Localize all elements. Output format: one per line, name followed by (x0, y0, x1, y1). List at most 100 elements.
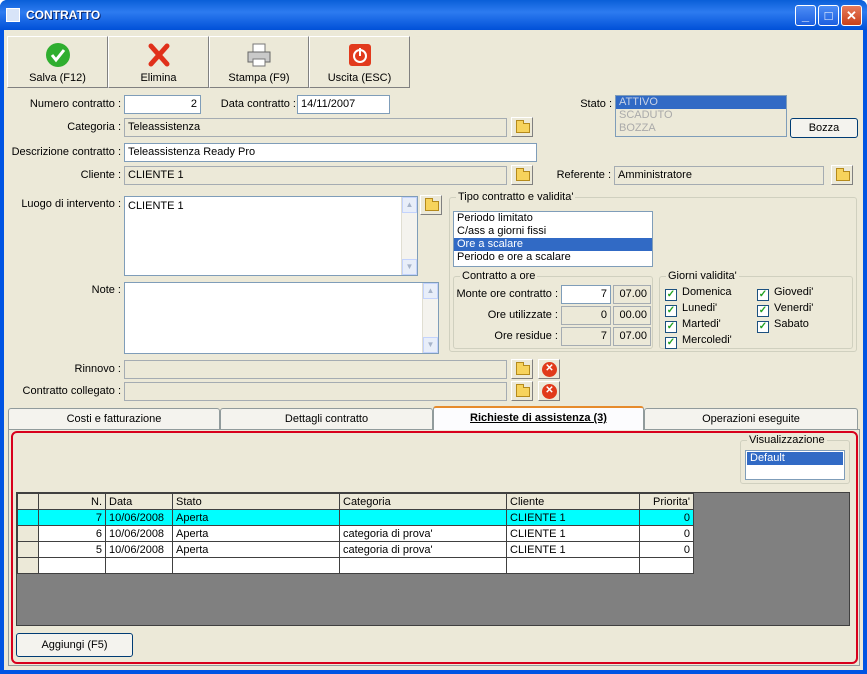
cell-categoria (339, 509, 507, 526)
monte-ore-field[interactable]: 7 (561, 285, 611, 304)
ore-residue-field: 7 (561, 327, 611, 346)
header-row: N. Data Stato Categoria Cliente Priorita… (17, 493, 694, 510)
tab-dettagli[interactable]: Dettagli contratto (220, 408, 433, 430)
checkbox-icon: ✓ (757, 321, 769, 333)
tab-operazioni[interactable]: Operazioni eseguite (644, 408, 858, 430)
bozza-button[interactable]: Bozza (790, 118, 858, 138)
cell-categoria: categoria di prova' (339, 525, 507, 542)
collegato-field[interactable] (124, 382, 507, 401)
row-indicator (17, 525, 39, 542)
scrollbar[interactable]: ▲ ▼ (422, 283, 438, 353)
stato-list[interactable]: ATTIVO SCADUTO BOZZA (615, 95, 787, 137)
cell-empty (105, 557, 173, 574)
printer-icon (247, 43, 271, 67)
title-bar[interactable]: CONTRATTO _ □ ✕ (0, 0, 867, 30)
scroll-up-icon[interactable]: ▲ (402, 197, 417, 213)
checkbox-martedi[interactable]: ✓ Martedi' (665, 318, 721, 333)
print-button[interactable]: Stampa (F9) (209, 36, 309, 88)
scrollbar[interactable]: ▲ ▼ (401, 197, 417, 275)
day-label: Giovedi' (774, 286, 814, 298)
checkbox-domenica[interactable]: ✓ Domenica (665, 286, 732, 301)
cell-cliente: CLIENTE 1 (506, 509, 640, 526)
cell-stato: Aperta (172, 525, 340, 542)
row-indicator (17, 557, 39, 574)
checkbox-lunedi[interactable]: ✓ Lunedi' (665, 302, 717, 317)
tipo-option[interactable]: C/ass a giorni fissi (454, 225, 652, 238)
checkbox-sabato[interactable]: ✓ Sabato (757, 318, 809, 333)
rinnovo-field[interactable] (124, 360, 507, 379)
delete-x-icon (148, 43, 169, 67)
scroll-down-icon[interactable]: ▼ (423, 337, 438, 353)
cliente-label: Cliente : (80, 169, 121, 181)
folder-icon (516, 168, 530, 181)
cliente-browse-button[interactable] (511, 165, 533, 185)
rinnovo-clear-button[interactable]: ✕ (538, 359, 560, 379)
visualizzazione-group: Visualizzazione Default (740, 434, 850, 484)
collegato-clear-button[interactable]: ✕ (538, 381, 560, 401)
richieste-table: N. Data Stato Categoria Cliente Priorita… (17, 493, 694, 574)
tipo-option[interactable]: Ore a scalare (454, 238, 652, 251)
save-label: Salva (F12) (29, 72, 86, 84)
column-header[interactable]: Priorita' (639, 493, 694, 510)
visualizzazione-list[interactable]: Default (745, 450, 845, 480)
power-icon (348, 44, 371, 66)
note-field[interactable]: ▲ ▼ (124, 282, 439, 354)
collegato-browse-button[interactable] (511, 381, 533, 401)
scroll-down-icon[interactable]: ▼ (402, 259, 417, 275)
column-header[interactable]: Cliente (506, 493, 640, 510)
stato-option[interactable]: BOZZA (616, 122, 786, 135)
minimize-button[interactable]: _ (795, 5, 816, 26)
cell-priorita: 0 (639, 509, 694, 526)
ore-utilizzate-field: 0 (561, 306, 611, 325)
stato-option[interactable]: SCADUTO (616, 109, 786, 122)
column-header[interactable]: N. (38, 493, 106, 510)
checkbox-mercoledi[interactable]: ✓ Mercoledi' (665, 334, 732, 349)
add-button[interactable]: Aggiungi (F5) (16, 633, 133, 657)
ore-utilizzate-time: 00.00 (613, 306, 651, 325)
descrizione-field[interactable]: Teleassistenza Ready Pro (124, 143, 537, 162)
tipo-option[interactable]: Periodo limitato (454, 212, 652, 225)
save-button[interactable]: Salva (F12) (7, 36, 108, 88)
cell-n: 5 (38, 541, 106, 558)
scroll-up-icon[interactable]: ▲ (423, 283, 438, 299)
cell-cliente: CLIENTE 1 (506, 525, 640, 542)
numero-field[interactable]: 2 (124, 95, 201, 114)
referente-field[interactable]: Amministratore (614, 166, 824, 185)
note-label: Note : (91, 284, 121, 296)
referente-browse-button[interactable] (831, 165, 853, 185)
luogo-field[interactable]: CLIENTE 1 ▲ ▼ (124, 196, 418, 276)
clear-icon: ✕ (542, 362, 557, 377)
column-header[interactable]: Stato (172, 493, 340, 510)
delete-button[interactable]: Elimina (108, 36, 209, 88)
stato-option[interactable]: ATTIVO (616, 96, 786, 109)
descrizione-label: Descrizione contratto : (11, 146, 121, 158)
tab-costi[interactable]: Costi e fatturazione (8, 408, 220, 430)
table-row-empty[interactable] (17, 557, 694, 574)
exit-button[interactable]: Uscita (ESC) (309, 36, 410, 88)
luogo-browse-button[interactable] (420, 195, 442, 215)
tab-richieste[interactable]: Richieste di assistenza (3) (433, 406, 644, 430)
collegato-label: Contratto collegato : (22, 385, 121, 397)
exit-label: Uscita (ESC) (327, 72, 392, 84)
checkbox-giovedi[interactable]: ✓ Giovedi' (757, 286, 813, 301)
column-header[interactable]: Data (105, 493, 173, 510)
day-label: Martedi' (682, 318, 721, 330)
table-row[interactable]: 7 10/06/2008 Aperta CLIENTE 1 0 (17, 509, 694, 526)
table-row[interactable]: 5 10/06/2008 Aperta categoria di prova' … (17, 541, 694, 558)
visualizzazione-option[interactable]: Default (747, 452, 843, 465)
data-field[interactable]: 14/11/2007 (297, 95, 390, 114)
categoria-browse-button[interactable] (511, 117, 533, 137)
table-row[interactable]: 6 10/06/2008 Aperta categoria di prova' … (17, 525, 694, 542)
app-icon (6, 8, 20, 22)
rinnovo-browse-button[interactable] (511, 359, 533, 379)
close-button[interactable]: ✕ (841, 5, 862, 26)
checkbox-venerdi[interactable]: ✓ Venerdi' (757, 302, 813, 317)
tipo-contratto-list[interactable]: Periodo limitato C/ass a giorni fissi Or… (453, 211, 653, 267)
categoria-field[interactable]: Teleassistenza (124, 118, 507, 137)
folder-icon (425, 198, 439, 211)
tipo-option[interactable]: Periodo e ore a scalare (454, 251, 652, 264)
richieste-grid[interactable]: N. Data Stato Categoria Cliente Priorita… (16, 492, 850, 626)
cliente-field[interactable]: CLIENTE 1 (124, 166, 507, 185)
maximize-button[interactable]: □ (818, 5, 839, 26)
column-header[interactable]: Categoria (339, 493, 507, 510)
